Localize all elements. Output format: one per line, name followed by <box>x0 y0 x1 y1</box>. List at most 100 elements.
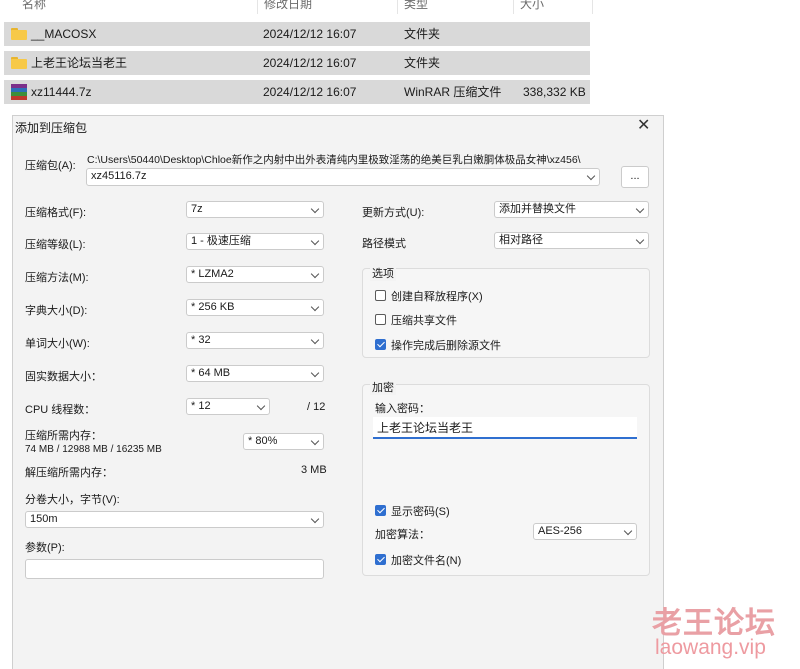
chevron-down-icon <box>310 436 320 446</box>
column-header-type[interactable]: 类型 <box>404 0 504 14</box>
params-label: 参数(P): <box>25 542 65 554</box>
threads-value: * 12 <box>191 400 211 412</box>
encryption-group-title: 加密 <box>370 379 396 395</box>
volume-label: 分卷大小，字节(V): <box>25 494 120 506</box>
solid-select[interactable]: * 64 MB <box>186 365 324 382</box>
solid-value: * 64 MB <box>191 367 231 379</box>
delete-source-checkbox[interactable] <box>375 339 386 350</box>
word-select[interactable]: * 32 <box>186 332 324 349</box>
column-separator[interactable] <box>257 0 258 14</box>
method-label: 压缩方法(M): <box>25 272 89 284</box>
options-group-title: 选项 <box>370 265 396 281</box>
watermark-url: laowang.vip <box>655 636 766 659</box>
format-select[interactable]: 7z <box>186 201 324 218</box>
volume-value: 150m <box>30 513 58 525</box>
chevron-down-icon <box>256 401 266 411</box>
level-label: 压缩等级(L): <box>25 239 86 251</box>
chevron-down-icon <box>310 204 320 214</box>
path-mode-label: 路径模式 <box>362 238 406 250</box>
file-modified: 2024/12/12 16:07 <box>263 27 357 41</box>
threads-select[interactable]: * 12 <box>186 398 270 415</box>
threads-max: / 12 <box>307 401 326 413</box>
encryption-method-label: 加密算法： <box>375 529 430 541</box>
close-icon[interactable]: ✕ <box>637 115 650 137</box>
archive-name-combo[interactable]: xz45116.7z <box>86 168 600 186</box>
password-input[interactable]: 上老王论坛当老王 <box>373 417 637 439</box>
word-value: * 32 <box>191 334 211 346</box>
chevron-down-icon <box>310 368 320 378</box>
mem-usage-select[interactable]: * 80% <box>243 433 324 450</box>
format-value: 7z <box>191 203 203 215</box>
password-label: 输入密码： <box>375 403 430 415</box>
browse-button[interactable]: ... <box>621 166 649 188</box>
chevron-down-icon <box>623 526 633 536</box>
dict-label: 字典大小(D): <box>25 305 88 317</box>
chevron-down-icon <box>310 236 320 246</box>
dict-select[interactable]: * 256 KB <box>186 299 324 316</box>
archive-label: 压缩包(A): <box>25 160 76 172</box>
solid-label: 固实数据大小： <box>25 371 102 383</box>
file-row[interactable]: xz11444.7z 2024/12/12 16:07 WinRAR 压缩文件 … <box>4 80 590 104</box>
column-separator[interactable] <box>397 0 398 14</box>
path-mode-value: 相对路径 <box>499 234 543 246</box>
chevron-down-icon <box>635 235 645 245</box>
column-header-size[interactable]: 大小 <box>520 0 590 14</box>
mem-compress-detail: 74 MB / 12988 MB / 16235 MB <box>25 444 162 455</box>
chevron-down-icon <box>310 269 320 279</box>
chevron-down-icon <box>310 302 320 312</box>
chevron-down-icon <box>310 335 320 345</box>
show-password-checkbox[interactable] <box>375 505 386 516</box>
chevron-down-icon <box>310 514 320 524</box>
method-select[interactable]: * LZMA2 <box>186 266 324 283</box>
encryption-method-select[interactable]: AES-256 <box>533 523 637 540</box>
file-name: xz11444.7z <box>31 85 92 99</box>
sfx-checkbox[interactable] <box>375 290 386 301</box>
chevron-down-icon <box>635 204 645 214</box>
encrypt-names-checkbox[interactable] <box>375 554 386 565</box>
file-type: 文件夹 <box>404 27 441 41</box>
dict-value: * 256 KB <box>191 301 235 313</box>
encryption-method-value: AES-256 <box>538 525 583 537</box>
update-mode-value: 添加并替换文件 <box>499 203 576 215</box>
level-select[interactable]: 1 - 极速压缩 <box>186 233 324 250</box>
winrar-archive-icon <box>11 84 27 100</box>
file-size: 338,332 KB <box>523 85 586 99</box>
column-header-name[interactable]: 名称 <box>22 0 252 14</box>
archive-path: C:\Users\50440\Desktop\Chloe新作之内射中出外表清纯内… <box>87 154 581 166</box>
mem-decompress-label: 解压缩所需内存： <box>25 467 113 479</box>
file-row[interactable]: 上老王论坛当老王 2024/12/12 16:07 文件夹 <box>4 51 590 75</box>
update-mode-label: 更新方式(U): <box>362 207 425 219</box>
dialog-title: 添加到压缩包 <box>15 121 88 135</box>
shared-files-label: 压缩共享文件 <box>391 315 457 327</box>
show-password-label: 显示密码(S) <box>391 506 450 518</box>
column-header-modified[interactable]: 修改日期 <box>264 0 394 14</box>
file-name: 上老王论坛当老王 <box>31 56 128 70</box>
level-value: 1 - 极速压缩 <box>191 235 251 247</box>
encrypt-names-label: 加密文件名(N) <box>391 555 462 567</box>
update-mode-select[interactable]: 添加并替换文件 <box>494 201 649 218</box>
path-mode-select[interactable]: 相对路径 <box>494 232 649 249</box>
file-row[interactable]: __MACOSX 2024/12/12 16:07 文件夹 <box>4 22 590 46</box>
column-separator[interactable] <box>513 0 514 14</box>
encryption-group: 加密 输入密码： 上老王论坛当老王 显示密码(S) 加密算法： AES-256 … <box>362 379 650 576</box>
params-input[interactable] <box>25 559 324 579</box>
chevron-down-icon[interactable] <box>586 171 596 181</box>
shared-files-checkbox[interactable] <box>375 314 386 325</box>
method-value: * LZMA2 <box>191 268 234 280</box>
file-name: __MACOSX <box>31 27 97 41</box>
file-modified: 2024/12/12 16:07 <box>263 85 357 99</box>
word-label: 单词大小(W): <box>25 338 90 350</box>
file-type: WinRAR 压缩文件 <box>404 85 502 99</box>
volume-combo[interactable]: 150m <box>25 511 324 528</box>
folder-icon <box>11 28 27 40</box>
threads-label: CPU 线程数： <box>25 404 96 416</box>
add-to-archive-dialog: 添加到压缩包 ✕ 压缩包(A): C:\Users\50440\Desktop\… <box>12 115 664 669</box>
archive-name-value: xz45116.7z <box>91 170 147 182</box>
mem-decompress-value: 3 MB <box>301 464 327 476</box>
column-separator[interactable] <box>592 0 593 14</box>
mem-usage-value: * 80% <box>248 435 278 447</box>
delete-source-label: 操作完成后删除源文件 <box>391 340 501 352</box>
folder-icon <box>11 57 27 69</box>
file-modified: 2024/12/12 16:07 <box>263 56 357 70</box>
format-label: 压缩格式(F): <box>25 207 87 219</box>
